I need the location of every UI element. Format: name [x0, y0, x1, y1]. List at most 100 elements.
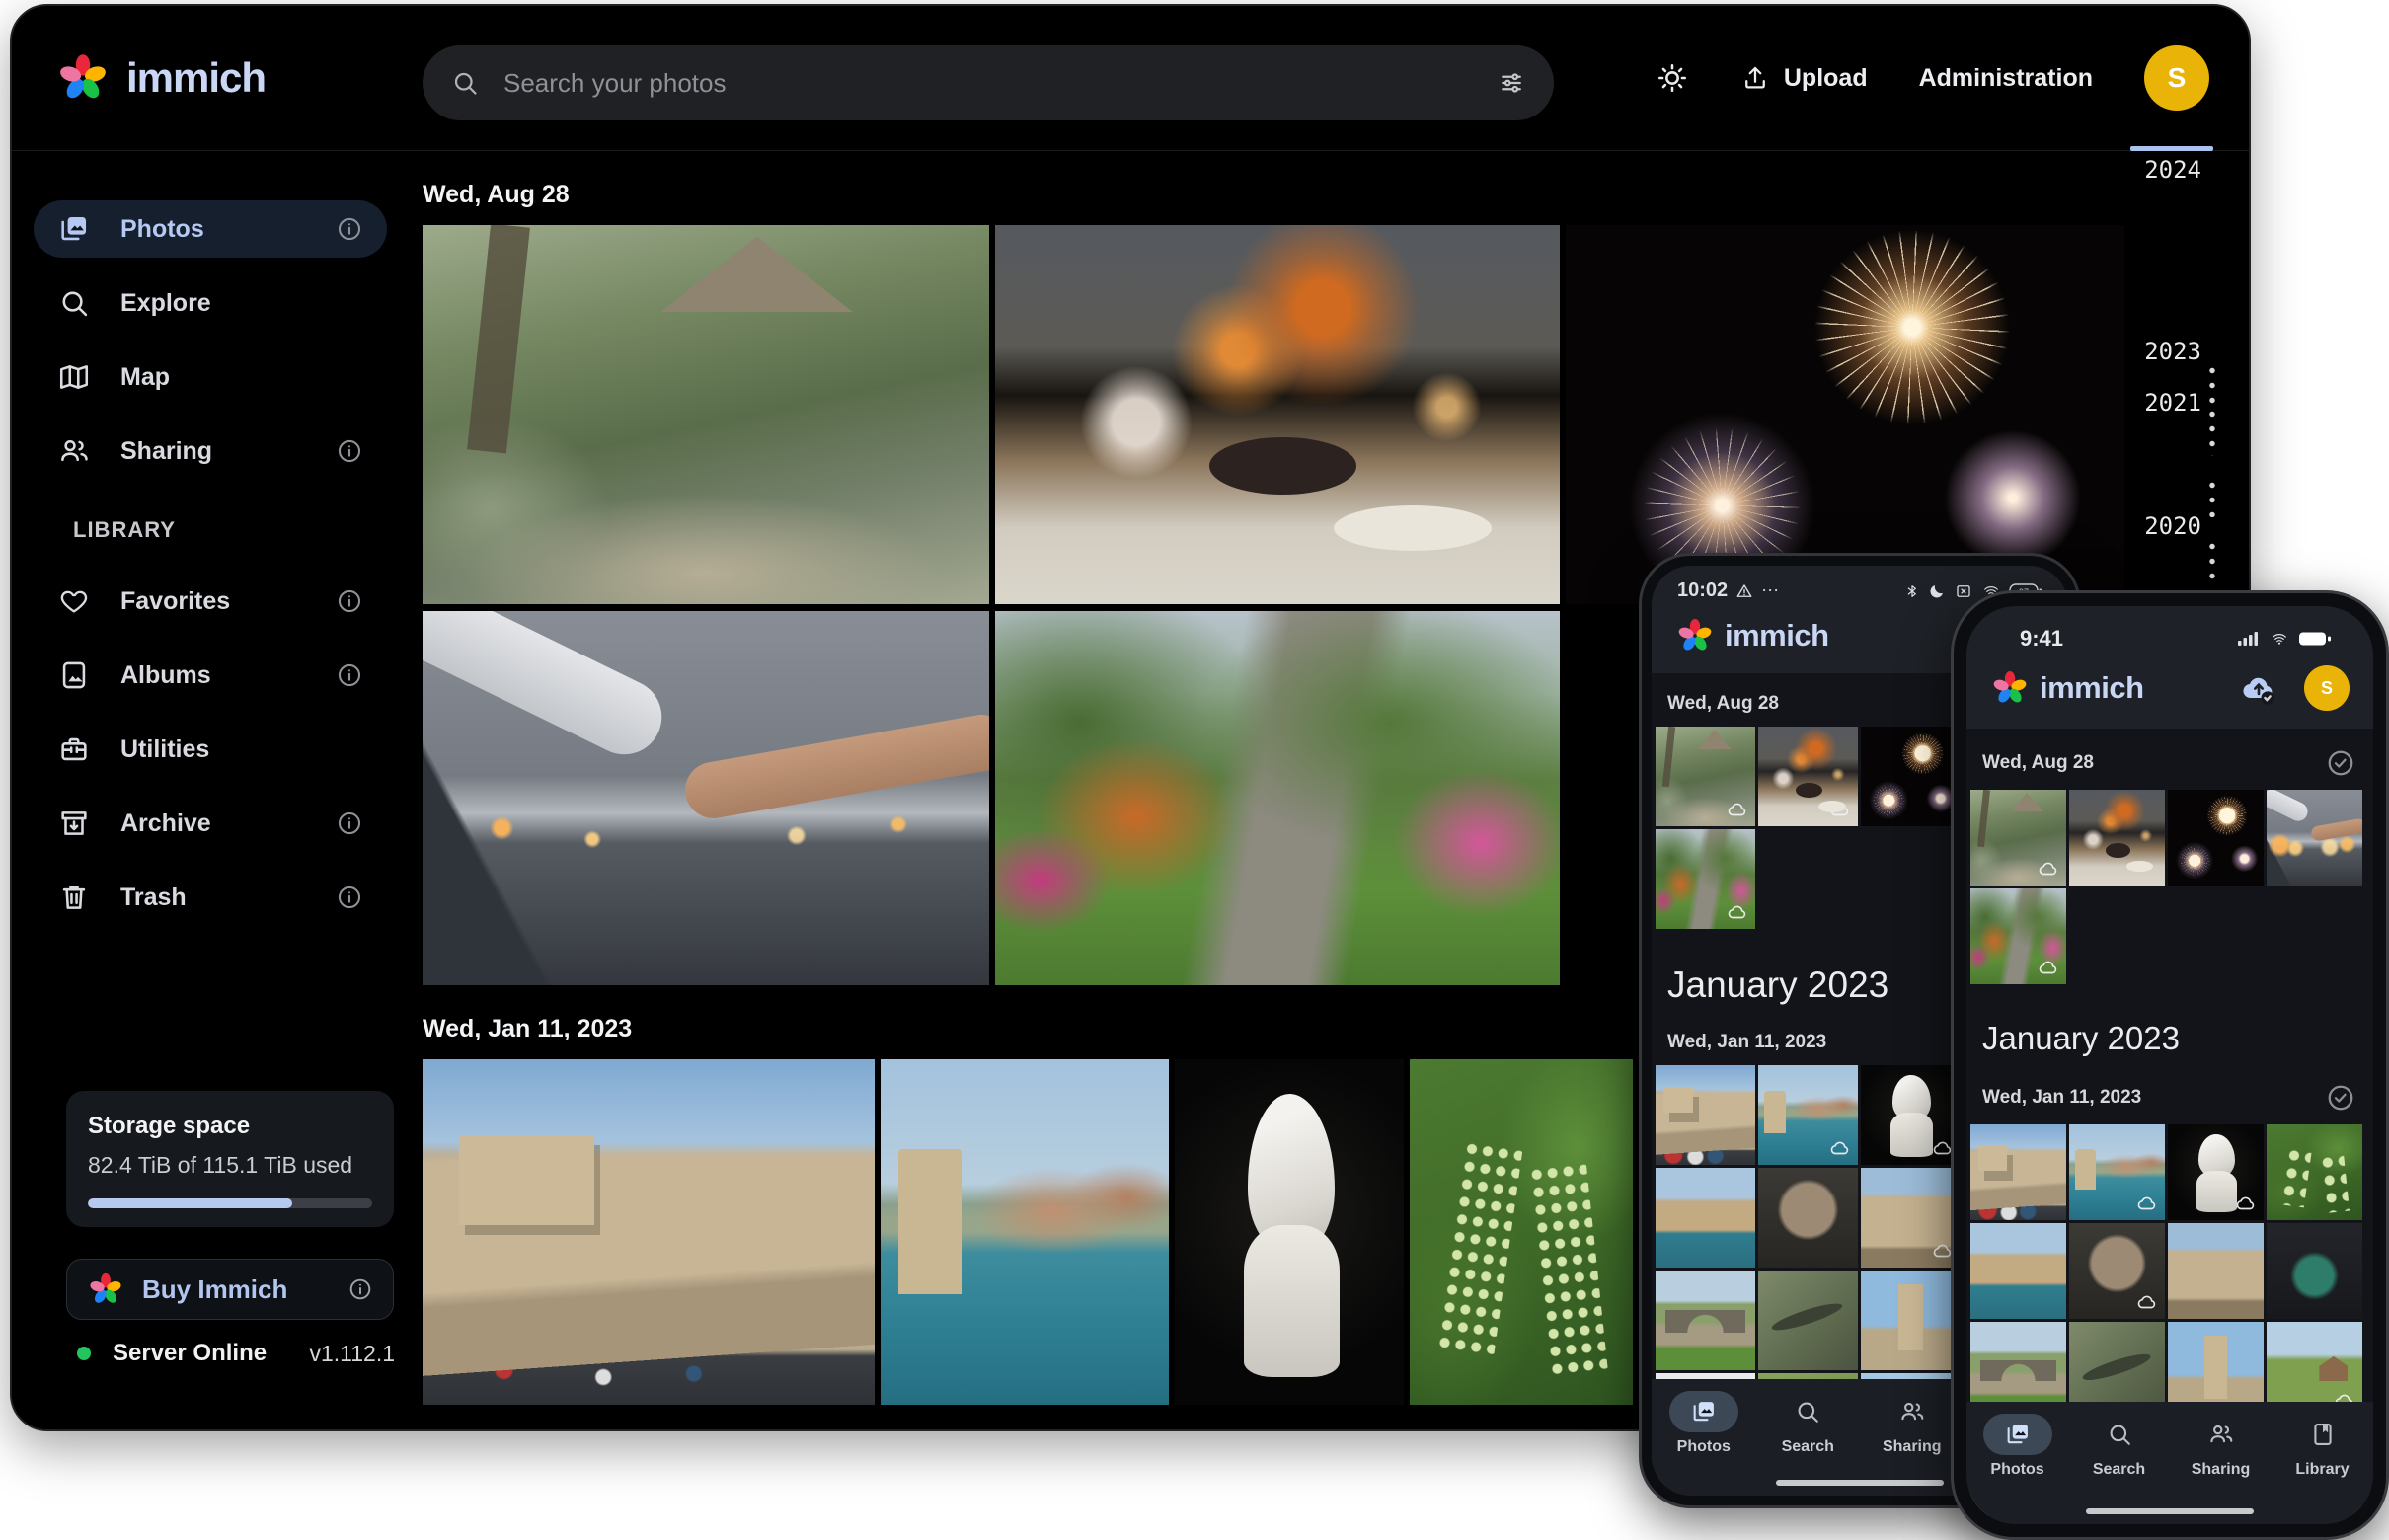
sidebar-item-label: Utilities	[120, 735, 363, 764]
dnd-moon-icon	[1928, 582, 1946, 600]
photo-tile-bust[interactable]	[2168, 1124, 2264, 1220]
nav-library[interactable]: Library	[2272, 1414, 2373, 1479]
toolbox-icon	[57, 732, 91, 766]
nav-pill	[2187, 1414, 2256, 1455]
photo-tile-fireworks[interactable]	[2168, 790, 2264, 886]
photo-tile-zoo[interactable]	[1970, 790, 2066, 886]
nav-pill	[2288, 1414, 2357, 1455]
photo-tile-coast[interactable]	[2069, 1124, 2165, 1220]
upload-button[interactable]: Upload	[1740, 63, 1868, 93]
administration-link[interactable]: Administration	[1919, 64, 2093, 93]
photo-tile-face[interactable]	[2069, 1223, 2165, 1319]
immich-brand[interactable]: immich	[55, 50, 266, 106]
photo-tile-fireworks[interactable]	[1861, 727, 1961, 826]
timeline-year-2021[interactable]: 2021	[2144, 389, 2201, 417]
sidebar-item-label: Archive	[120, 809, 336, 838]
storage-progress-fill	[88, 1198, 292, 1208]
brand-wordmark: immich	[2040, 670, 2233, 706]
select-check-icon[interactable]	[2326, 748, 2355, 778]
photo-tile-zoo[interactable]	[1656, 727, 1755, 826]
photo-tile-fortress[interactable]	[1656, 1065, 1755, 1165]
top-actions: Upload Administration S	[1656, 6, 2209, 150]
search-icon	[2106, 1421, 2133, 1448]
user-avatar[interactable]: S	[2304, 665, 2350, 711]
filter-sliders-icon[interactable]	[1497, 68, 1526, 98]
timeline-cursor	[2130, 146, 2213, 151]
photo-dubrovnik-fortress[interactable]	[423, 1059, 875, 1405]
administration-label: Administration	[1919, 64, 2093, 93]
search-bar[interactable]	[423, 45, 1554, 120]
sidebar-item-albums[interactable]: Albums	[34, 647, 387, 704]
photo-tile-fortress[interactable]	[1970, 1124, 2066, 1220]
sidebar-item-sharing[interactable]: Sharing	[34, 423, 387, 480]
sidebar-item-favorites[interactable]: Favorites	[34, 573, 387, 630]
photo-tile-tower[interactable]	[1861, 1270, 1961, 1370]
bluetooth-icon	[1904, 582, 1920, 600]
photos-icon	[1690, 1398, 1718, 1425]
timeline-year-2024[interactable]: 2024	[2144, 156, 2201, 184]
photo-green-berries[interactable]	[1410, 1059, 1633, 1405]
photo-tile-park[interactable]	[1970, 888, 2066, 984]
photo-autumn-dinner-table[interactable]	[995, 225, 1560, 604]
sidebar-item-label: Explore	[120, 289, 363, 318]
sim-alert-icon	[1954, 582, 1973, 600]
info-icon[interactable]	[336, 661, 363, 689]
timeline-tick-dots	[2209, 478, 2215, 517]
nav-sharing[interactable]: Sharing	[2170, 1414, 2272, 1479]
info-icon[interactable]	[336, 809, 363, 837]
info-icon[interactable]	[336, 587, 363, 615]
photo-autumn-park-path[interactable]	[995, 611, 1560, 985]
nav-sharing[interactable]: Sharing	[1860, 1391, 1965, 1456]
people-icon	[1898, 1398, 1926, 1425]
select-check-icon[interactable]	[2326, 1083, 2355, 1113]
timeline-year-2023[interactable]: 2023	[2144, 338, 2201, 365]
photo-tile-ornament[interactable]	[2267, 1223, 2362, 1319]
photo-tile-cliff[interactable]	[1656, 1168, 1755, 1268]
photo-tile-coast[interactable]	[1758, 1065, 1858, 1165]
photo-tile-face[interactable]	[1758, 1168, 1858, 1268]
info-icon[interactable]	[336, 215, 363, 243]
people-icon	[57, 434, 91, 468]
search-input[interactable]	[501, 67, 1497, 100]
nav-label: Sharing	[1883, 1438, 1942, 1456]
photo-tile-berries[interactable]	[2267, 1124, 2362, 1220]
nav-search[interactable]: Search	[2068, 1414, 2170, 1479]
photo-marble-bust[interactable]	[1175, 1059, 1404, 1405]
photo-tile-walls[interactable]	[2168, 1223, 2264, 1319]
photo-holding-hands-dusk[interactable]	[423, 611, 989, 985]
photo-tile-cliff[interactable]	[1970, 1223, 2066, 1319]
nav-photos[interactable]: Photos	[1966, 1414, 2068, 1479]
sidebar-item-utilities[interactable]: Utilities	[34, 721, 387, 778]
photo-tile-dinner[interactable]	[2069, 790, 2165, 886]
date-label: Wed, Jan 11, 2023	[1667, 1032, 1826, 1053]
photo-tile-bust[interactable]	[1861, 1065, 1961, 1165]
sidebar-item-explore[interactable]: Explore	[34, 274, 387, 332]
photo-tile-park[interactable]	[1656, 829, 1755, 929]
photo-tile-dinner[interactable]	[1758, 727, 1858, 826]
photo-zoo-monkeys[interactable]	[423, 225, 989, 604]
info-icon[interactable]	[336, 437, 363, 465]
library-icon	[2309, 1421, 2337, 1448]
photo-coastal-town[interactable]	[881, 1059, 1169, 1405]
sidebar-item-photos[interactable]: Photos	[34, 200, 387, 258]
timeline-year-2020[interactable]: 2020	[2144, 512, 2201, 540]
photo-tile-lizard[interactable]	[1758, 1270, 1858, 1370]
storage-progress-track	[88, 1198, 372, 1208]
photo-tile-aqueduct[interactable]	[1656, 1270, 1755, 1370]
nav-search[interactable]: Search	[1756, 1391, 1861, 1456]
date-row: Wed, Aug 28	[1966, 729, 2373, 790]
sidebar-item-trash[interactable]: Trash	[34, 869, 387, 926]
cloud-backup-icon[interactable]	[2233, 668, 2284, 708]
sidebar-item-map[interactable]: Map	[34, 348, 387, 406]
theme-toggle-sun-icon[interactable]	[1656, 61, 1689, 95]
photo-fireworks[interactable]	[1566, 225, 2124, 604]
nav-photos[interactable]: Photos	[1652, 1391, 1756, 1456]
info-icon[interactable]	[347, 1276, 373, 1302]
photo-tile-hands[interactable]	[2267, 790, 2362, 886]
cloud-sync-icon	[2038, 858, 2059, 880]
sidebar-item-archive[interactable]: Archive	[34, 795, 387, 852]
buy-immich-button[interactable]: Buy Immich	[66, 1259, 394, 1320]
photo-tile-walls[interactable]	[1861, 1168, 1961, 1268]
info-icon[interactable]	[336, 884, 363, 911]
date-row: Wed, Jan 11, 2023	[1966, 1063, 2373, 1124]
